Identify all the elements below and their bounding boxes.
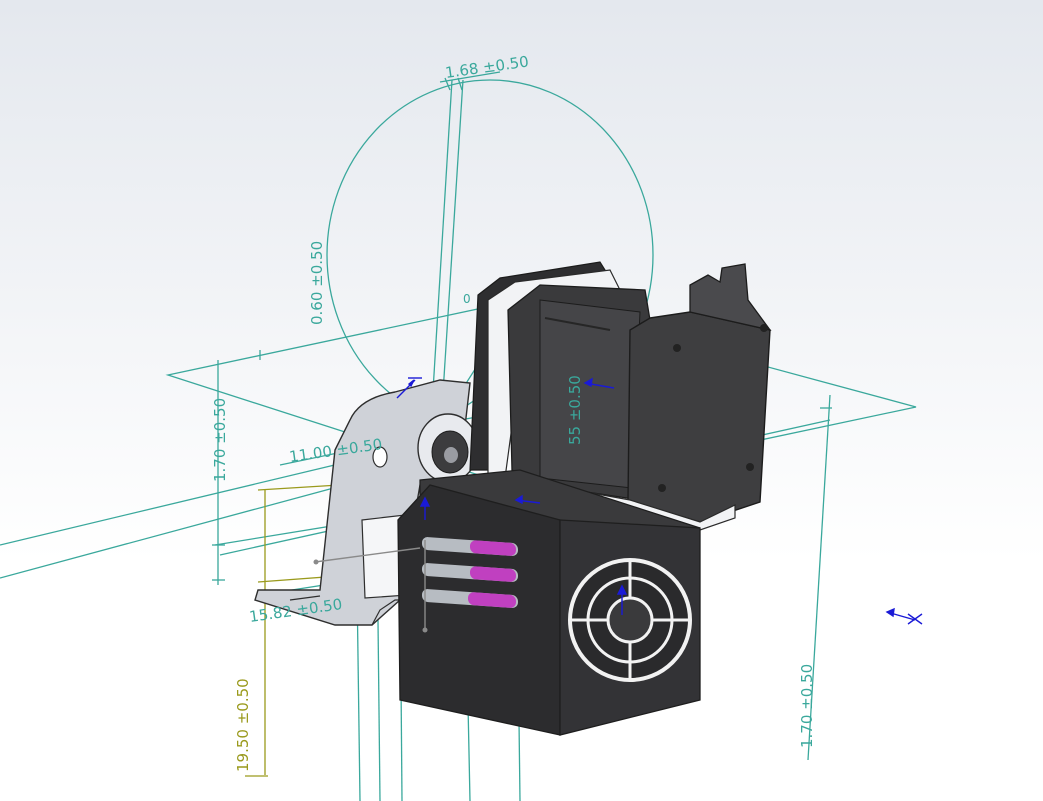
dim-yellow-vertical[interactable]: 19.50 ±0.50 bbox=[234, 678, 252, 772]
dim-top-tolerance[interactable]: 1.68 ±0.50 bbox=[444, 52, 530, 82]
cad-graphics-area[interactable]: 1.68 ±0.50 0.60 ±0.50 1.70 ±0.50 55 ±0.5… bbox=[0, 0, 1043, 801]
dim-center-motor[interactable]: 55 ±0.50 bbox=[566, 375, 584, 445]
coordinate-triad-icon[interactable] bbox=[885, 607, 923, 625]
vent-slots bbox=[422, 537, 518, 608]
idler-bearing[interactable] bbox=[417, 413, 479, 483]
dimension-labels-yellow: 19.50 ±0.50 bbox=[234, 678, 252, 772]
dim-right-vertical[interactable]: 1.70 ±0.50 bbox=[798, 664, 816, 748]
model-canvas[interactable]: 1.68 ±0.50 0.60 ±0.50 1.70 ±0.50 55 ±0.5… bbox=[0, 0, 1043, 801]
dim-zero-label: 0 bbox=[463, 292, 471, 306]
dim-left-small-vertical[interactable]: 1.70 ±0.50 bbox=[211, 398, 229, 482]
dim-left-vertical[interactable]: 0.60 ±0.50 bbox=[308, 241, 326, 325]
